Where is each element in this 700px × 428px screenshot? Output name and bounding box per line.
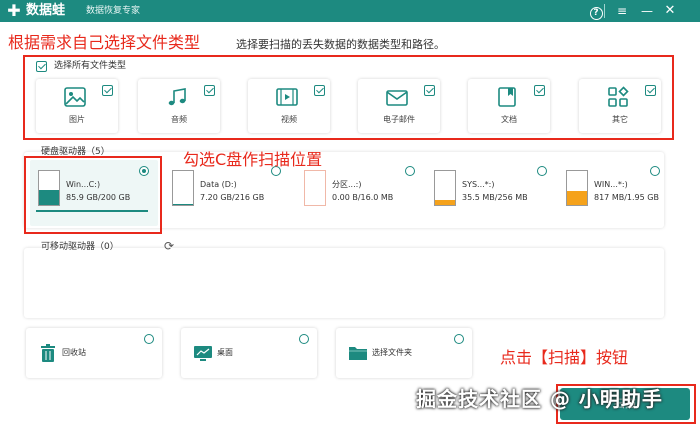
annotation-scan-hint: 点击【扫描】按钮 <box>500 348 629 367</box>
location-radio[interactable] <box>299 334 309 344</box>
location-radio[interactable] <box>454 334 464 344</box>
folder-icon <box>349 347 367 360</box>
removable-drive-title: 可移动驱动器（0） <box>41 242 119 252</box>
drive-radio-sys[interactable] <box>537 166 547 176</box>
location-desktop[interactable]: 桌面 <box>181 328 317 378</box>
drive-size: 817 MB/1.95 GB <box>594 193 659 202</box>
refresh-icon[interactable]: ⟳ <box>164 239 174 253</box>
drive-name: Data (D:) <box>200 180 237 189</box>
annotation-types-hint: 根据需求自己选择文件类型 <box>8 33 201 52</box>
drive-name: SYS...*:) <box>462 180 495 189</box>
drive-icon <box>172 170 194 206</box>
drive-radio-win[interactable] <box>650 166 660 176</box>
drive-usage-fill <box>567 191 587 205</box>
drive-item-sys[interactable]: SYS...*:) 35.5 MB/256 MB <box>434 166 554 226</box>
drive-size: 35.5 MB/256 MB <box>462 193 528 202</box>
drive-usage-fill <box>173 203 193 205</box>
app-subtitle: 数据恢复专家 <box>86 6 141 16</box>
watermark: 掘金技术社区 @ 小明助手 <box>416 387 663 411</box>
location-select-folder[interactable]: 选择文件夹 <box>336 328 472 378</box>
location-label: 选择文件夹 <box>372 348 412 357</box>
instruction-text: 选择要扫描的丢失数据的数据类型和路径。 <box>236 38 445 51</box>
minimize-button[interactable]: — <box>638 2 656 20</box>
drive-radio-partition[interactable] <box>405 166 415 176</box>
desktop-icon <box>194 346 212 361</box>
removable-drive-panel <box>24 248 664 318</box>
drive-size: 0.00 B/16.0 MB <box>332 193 394 202</box>
trash-icon <box>41 344 55 362</box>
app-logo-icon: ✚ <box>7 1 21 20</box>
title-bar: ✚ 数据蛙 数据恢复专家 ? ≡ — ✕ <box>0 0 700 22</box>
drive-icon <box>566 170 588 206</box>
location-label: 桌面 <box>217 348 233 357</box>
location-recycle-bin[interactable]: 回收站 <box>26 328 162 378</box>
menu-button[interactable]: ≡ <box>613 2 631 20</box>
annotation-box-types <box>23 55 674 140</box>
close-button[interactable]: ✕ <box>661 2 679 20</box>
help-button[interactable]: ? <box>587 2 605 20</box>
annotation-drive-hint: 勾选C盘作扫描位置 <box>183 150 323 169</box>
drive-name: WIN...*:) <box>594 180 628 189</box>
drive-usage-fill <box>435 200 455 205</box>
help-icon: ? <box>589 7 603 20</box>
location-radio[interactable] <box>144 334 154 344</box>
drive-icon <box>434 170 456 206</box>
app-name: 数据蛙 <box>26 3 66 18</box>
annotation-box-drive <box>24 156 162 234</box>
drive-size: 7.20 GB/216 GB <box>200 193 265 202</box>
drive-icon <box>304 170 326 206</box>
location-label: 回收站 <box>62 348 86 357</box>
titlebar-divider <box>604 4 605 18</box>
drive-name: 分区...:) <box>332 180 362 189</box>
